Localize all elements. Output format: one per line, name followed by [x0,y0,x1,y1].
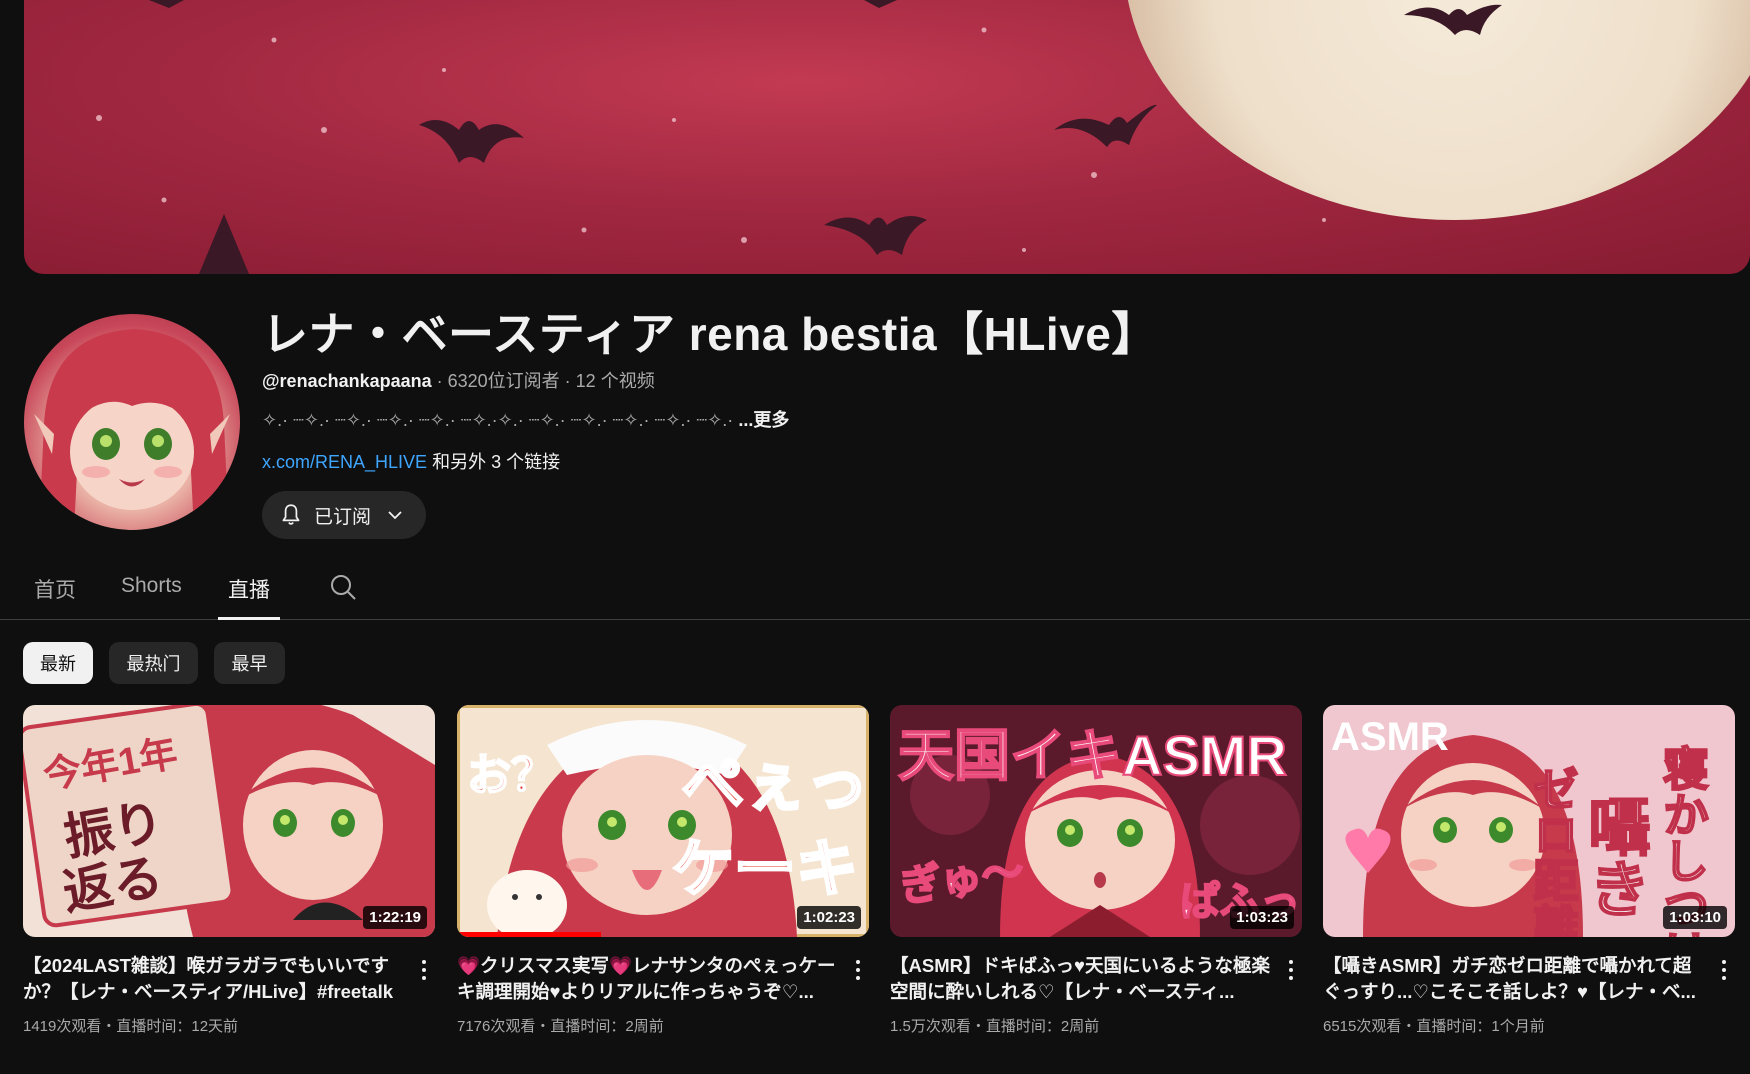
more-vert-icon[interactable] [1713,955,1735,985]
thumbnail-art: ASMR ゼロ距離 囁き 寝かしつけ [1323,705,1735,937]
description-text: ✧.· ┈✧.· ┈✧.· ┈✧.· ┈✧.· ┈✧.·✧.· ┈✧.· ┈✧.… [262,410,739,430]
more-links-button[interactable]: 和另外 3 个链接 [427,452,560,472]
video-thumbnail[interactable]: お？ ぺぇっ ケーキ 1:02:23 [457,705,869,937]
channel-description[interactable]: ✧.· ┈✧.· ┈✧.· ┈✧.· ┈✧.· ┈✧.·✧.· ┈✧.· ┈✧.… [262,406,789,432]
channel-title: レナ・ベースティア rena bestia【HLive】 [262,308,1158,360]
svg-text:ASMR: ASMR [1331,715,1449,759]
video-title[interactable]: 【囁きASMR】ガチ恋ゼロ距離で囁かれて超ぐっすり...♡こそこそ話しよ？♥【レ… [1323,953,1703,1005]
avatar-illustration [34,329,230,530]
video-duration: 1:03:23 [1230,906,1294,929]
subscribed-button[interactable]: 已订阅 [262,491,426,539]
video-thumbnail[interactable]: 今年1年 振り 返る 1:22:19 [23,705,435,937]
chip-oldest[interactable]: 最早 [214,642,285,684]
video-duration: 1:02:23 [797,906,861,929]
video-card: ASMR ゼロ距離 囁き 寝かしつけ 1:03:10 【囁きASMR】ガチ恋ゼロ… [1323,705,1735,1036]
video-title[interactable]: 【ASMR】ドキばふっ♥天国にいるような極楽空間に酔いしれる♡【レナ・ベースティ… [890,953,1270,1005]
channel-links: x.com/RENA_HLIVE 和另外 3 个链接 [262,448,560,474]
svg-text:天国イキASMR: 天国イキASMR [898,724,1287,787]
video-meta: 1.5万次观看・直播时间：2周前 [890,1018,1100,1035]
video-thumbnail[interactable]: 天国イキASMR ぎゅ〜 ぱふっ♡ 1:03:23 [890,705,1302,937]
video-duration: 1:03:10 [1663,906,1727,929]
svg-text:ケーキ: ケーキ [672,835,858,904]
tab-shorts[interactable]: Shorts [121,574,182,620]
channel-tabs: 首页 Shorts 直播 [0,560,1750,620]
video-duration: 1:22:19 [363,906,427,929]
channel-avatar[interactable] [24,314,240,530]
video-meta: 6515次观看・直播时间：1个月前 [1323,1018,1545,1035]
chip-latest[interactable]: 最新 [23,642,93,684]
channel-banner [24,0,1750,274]
video-card: 今年1年 振り 返る 1:22:19 【2024LAST雑談】喉ガラガラでもいい… [23,705,435,1036]
thumbnail-art: お？ ぺぇっ ケーキ [457,705,869,937]
svg-text:囁き: 囁き [1579,795,1648,919]
video-card: お？ ぺぇっ ケーキ 1:02:23 💗クリスマス実写💗レナサンタのぺぇっケーキ… [457,705,869,1036]
video-meta: 7176次观看・直播时间：2周前 [457,1018,664,1035]
svg-text:ぺぇっ: ぺぇっ [682,750,868,819]
svg-text:お？: お？ [467,751,555,800]
channel-stats: · 6320位订阅者 · 12 个视频 [431,371,655,391]
chevron-down-icon [388,511,402,520]
channel-page: レナ・ベースティア rena bestia【HLive】 @renachanka… [0,0,1750,1074]
channel-meta: @renachankapaana · 6320位订阅者 · 12 个视频 [262,367,655,393]
more-vert-icon[interactable] [847,955,869,985]
video-card: 天国イキASMR ぎゅ〜 ぱふっ♡ 1:03:23 【ASMR】ドキばふっ♥天国… [890,705,1302,1036]
more-link[interactable]: ...更多 [738,410,789,430]
thumbnail-art: 今年1年 振り 返る [23,705,435,937]
bell-icon [282,504,300,525]
svg-text:ゼロ距離: ゼロ距離 [1527,765,1579,937]
more-vert-icon[interactable] [413,955,435,985]
tab-live[interactable]: 直播 [218,574,280,620]
video-title[interactable]: 💗クリスマス実写💗レナサンタのぺぇっケーキ調理開始♥よりリアルに作っちゃうぞ♡.… [457,953,837,1005]
watch-progress-bar [457,932,602,937]
banner-bats-graphic [96,0,1502,274]
search-icon[interactable] [328,572,358,602]
subscribed-label: 已订阅 [314,506,372,528]
video-meta: 1419次观看・直播时间：12天前 [23,1018,239,1035]
channel-handle: @renachankapaana [262,371,432,391]
more-vert-icon[interactable] [1280,955,1302,985]
chip-popular[interactable]: 最热门 [109,642,198,684]
video-title[interactable]: 【2024LAST雑談】喉ガラガラでもいいですか？【レナ・ベースティア/HLiv… [23,953,403,1005]
thumbnail-art: 天国イキASMR ぎゅ〜 ぱふっ♡ [890,705,1302,937]
x-link[interactable]: x.com/RENA_HLIVE [262,452,427,472]
tab-home[interactable]: 首页 [34,574,76,620]
video-thumbnail[interactable]: ASMR ゼロ距離 囁き 寝かしつけ 1:03:10 [1323,705,1735,937]
